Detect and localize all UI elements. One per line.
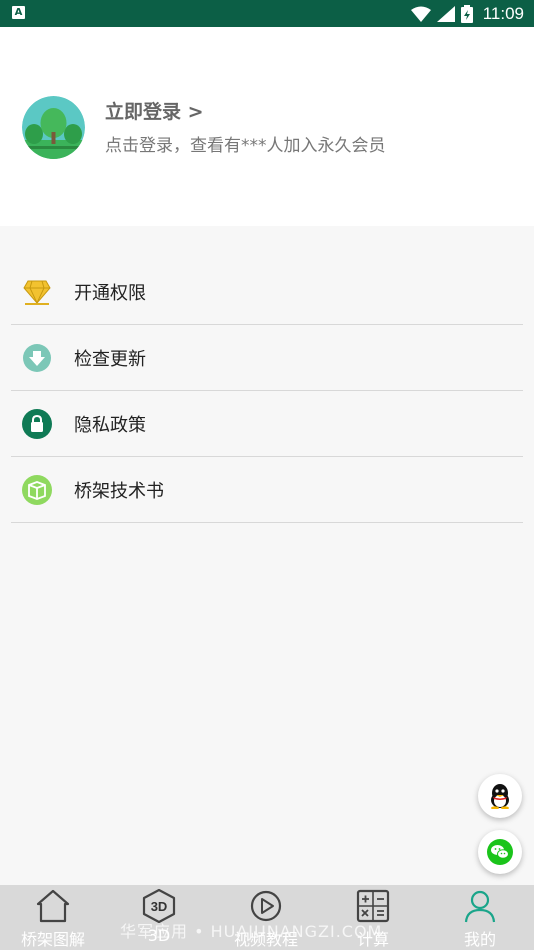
avatar[interactable] (22, 96, 85, 159)
status-indicators: 11:09 (410, 0, 524, 27)
watermark: 华军应用 • HUAJUNANGZI.COM (120, 922, 383, 941)
menu-item-open-permission[interactable]: 开通权限 (11, 259, 523, 325)
notification-app-icon: A (12, 6, 25, 19)
wechat-contact-button[interactable] (478, 830, 522, 874)
profile-header[interactable]: 立即登录 > 点击登录，查看有***人加入永久会员 (0, 27, 534, 226)
download-icon (22, 343, 52, 373)
house-icon (35, 889, 71, 923)
menu-label: 隐私政策 (74, 414, 146, 436)
settings-menu: 开通权限 检查更新 隐私政策 桥架技术书 (11, 259, 523, 523)
qq-contact-button[interactable] (478, 774, 522, 818)
menu-label: 检查更新 (74, 348, 146, 370)
qq-icon (491, 784, 509, 809)
svg-text:3D: 3D (151, 899, 168, 914)
menu-label: 开通权限 (74, 282, 146, 304)
person-icon (463, 889, 497, 923)
tab-bridge-diagrams[interactable]: 桥架图解 (0, 885, 106, 950)
lock-icon (22, 408, 52, 439)
status-bar: A 11:09 (0, 0, 534, 27)
menu-item-check-update[interactable]: 检查更新 (11, 325, 523, 391)
menu-label: 桥架技术书 (74, 480, 164, 502)
diamond-icon (22, 277, 52, 307)
login-link[interactable]: 立即登录 > (105, 97, 204, 124)
clock: 11:09 (482, 3, 524, 23)
wifi-icon (410, 6, 431, 22)
login-subtitle: 点击登录，查看有***人加入永久会员 (105, 136, 386, 156)
menu-item-privacy-policy[interactable]: 隐私政策 (11, 391, 523, 457)
tab-label: 我的 (463, 930, 496, 949)
book-icon (22, 474, 52, 505)
avatar-tree-icon (22, 96, 85, 159)
tab-mine[interactable]: 我的 (427, 885, 533, 950)
cell-signal-icon (436, 5, 455, 22)
tab-label: 桥架图解 (20, 930, 85, 949)
menu-item-tech-book[interactable]: 桥架技术书 (11, 457, 523, 523)
battery-icon (460, 4, 473, 23)
wechat-icon (487, 839, 513, 865)
